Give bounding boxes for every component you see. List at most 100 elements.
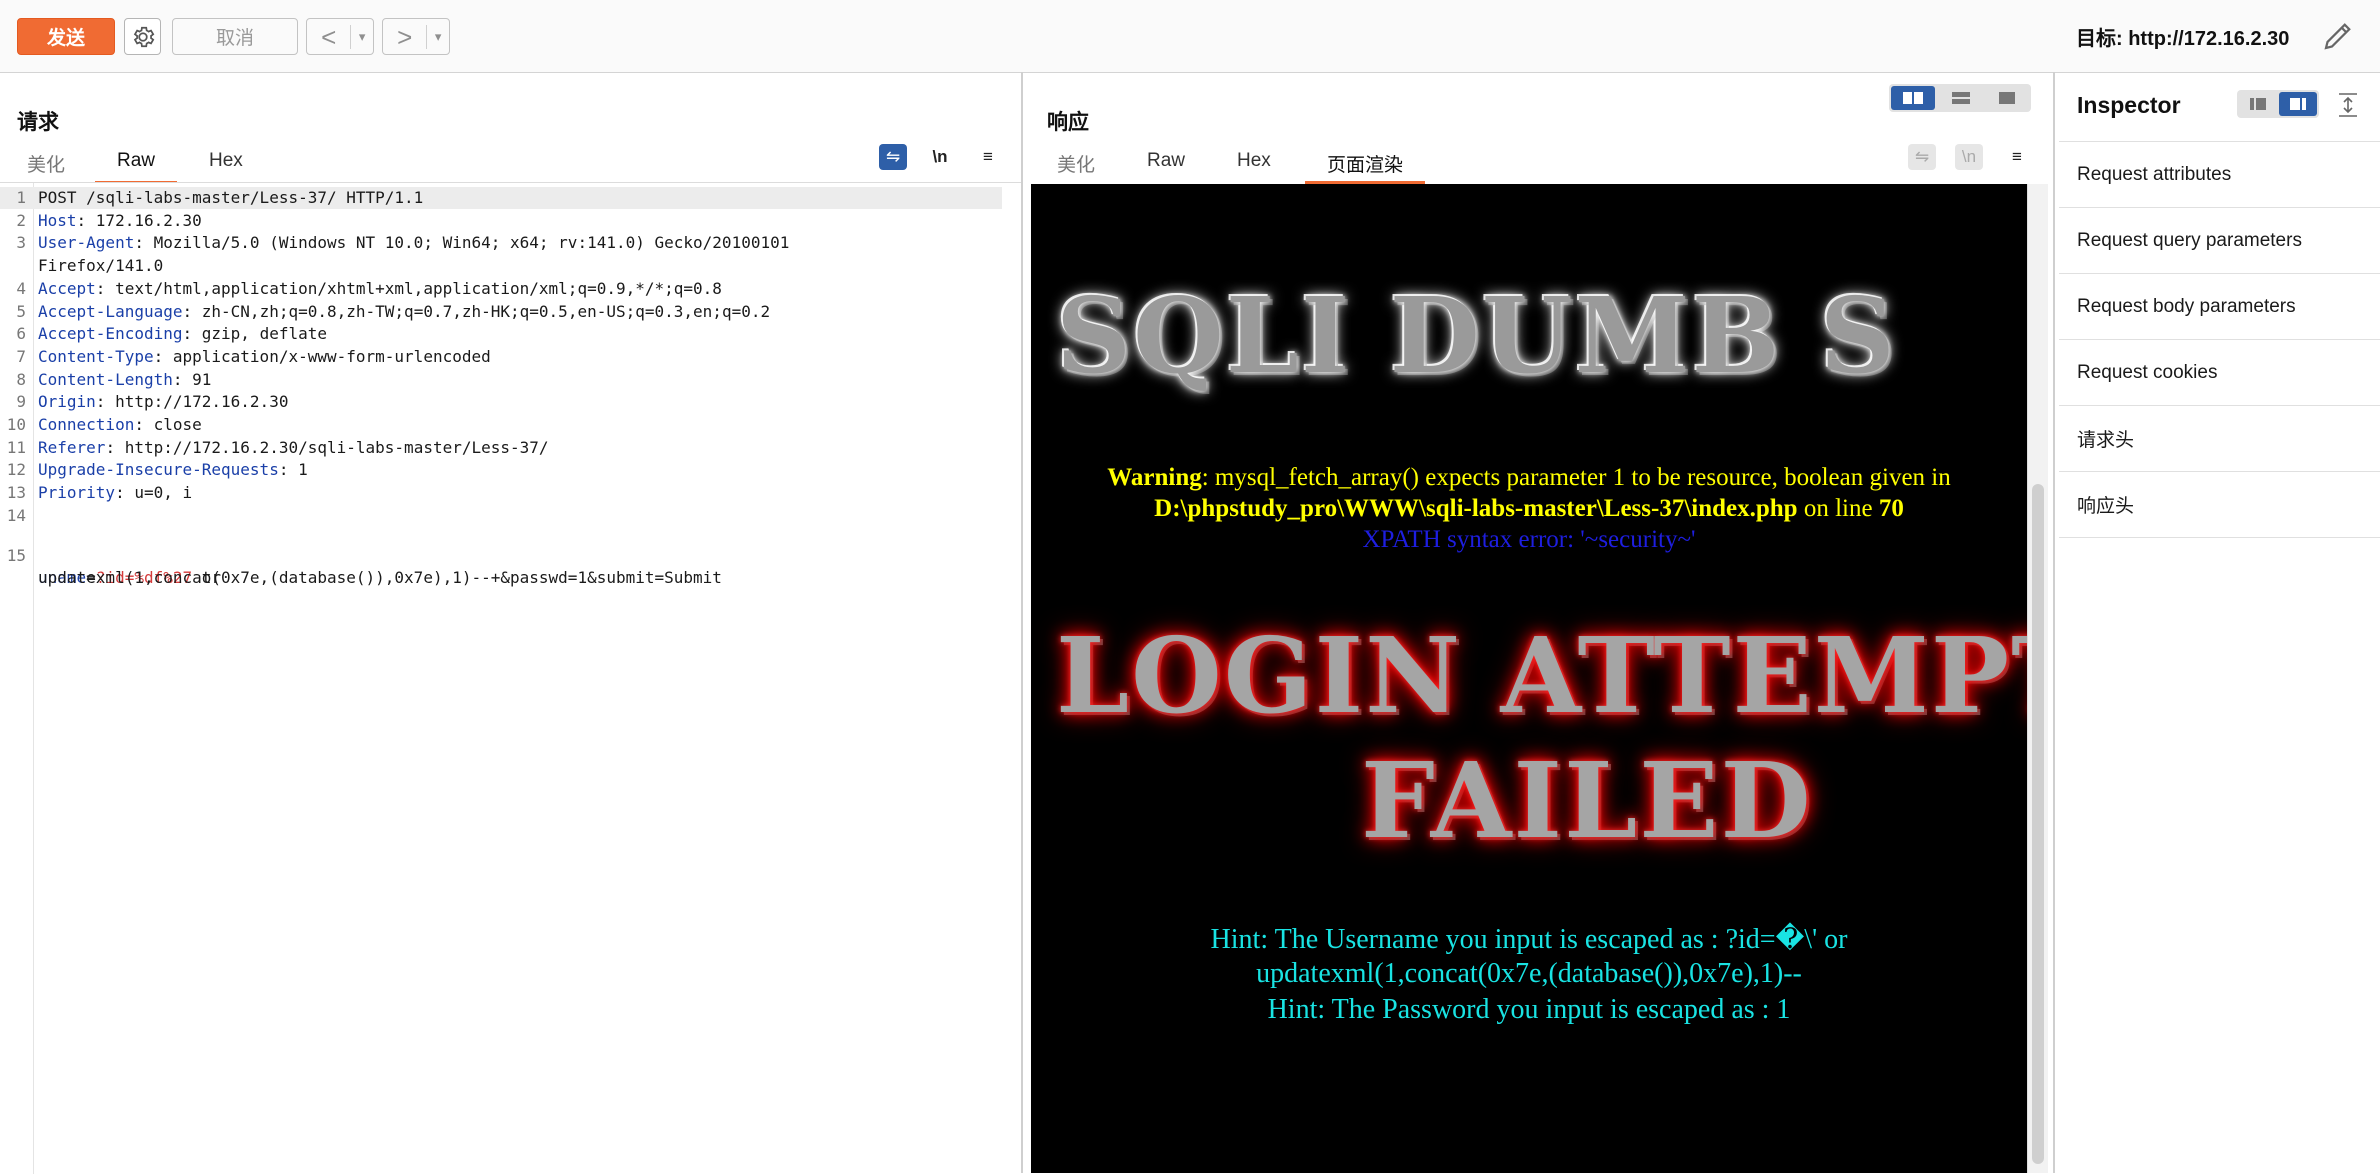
header-value: text/html,application/xhtml+xml,applicat… xyxy=(115,278,722,298)
inspector-request-query-parameters[interactable]: Request query parameters xyxy=(2059,208,2380,274)
request-tab-hex[interactable]: Hex xyxy=(209,150,243,178)
login-attempt-banner: LOGIN ATTEMPT xyxy=(1056,614,2027,737)
layout-switcher xyxy=(1889,84,2031,112)
header-key: Origin xyxy=(38,392,96,412)
inspector-response-headers[interactable]: 响应头 xyxy=(2059,472,2380,538)
header-key: Content-Length xyxy=(38,369,173,389)
response-tab-pretty[interactable]: 美化 xyxy=(1057,150,1095,178)
line-number: 1 xyxy=(16,188,26,207)
header-key: Accept-Encoding xyxy=(38,324,183,344)
header-value: u=0, i xyxy=(134,483,193,503)
inspector-list-button[interactable] xyxy=(2239,92,2277,116)
top-toolbar: 发送 取消 < ▾ > ▾ 目标: http://172.16.2.30 xyxy=(0,0,2380,73)
line-number: 2 xyxy=(16,210,26,230)
inspector-request-headers[interactable]: 请求头 xyxy=(2059,406,2380,472)
response-wrap-button[interactable]: ⇋ xyxy=(1908,144,1936,170)
header-value: gzip, deflate xyxy=(201,324,327,344)
line-number: 10 xyxy=(6,415,26,434)
line-number: 7 xyxy=(16,346,26,366)
response-menu-button[interactable]: ≡ xyxy=(2003,144,2031,170)
line-number: 9 xyxy=(16,392,26,412)
header-value: 91 xyxy=(192,369,212,389)
request-editor[interactable]: 1 POST /sqli-labs-master/Less-37/ HTTP/1.… xyxy=(0,182,1022,1174)
header-value: Mozilla/5.0 (Windows NT 10.0; Win64; x64… xyxy=(153,233,790,253)
layout-horizontal-button[interactable] xyxy=(1939,86,1983,110)
menu-icon: ≡ xyxy=(983,147,993,166)
header-key: User-Agent xyxy=(38,233,135,253)
header-value: http://172.16.2.30/sqli-labs-master/Less… xyxy=(124,437,549,457)
collapse-icon[interactable] xyxy=(2336,92,2360,118)
header-value: application/x-www-form-urlencoded xyxy=(172,346,491,366)
wrap-icon: ⇋ xyxy=(1914,147,1930,166)
header-value: 172.16.2.30 xyxy=(95,210,202,230)
header-value: 1 xyxy=(298,460,308,480)
header-key: Referer xyxy=(38,437,106,457)
request-menu-button[interactable]: ≡ xyxy=(974,144,1002,170)
body-continuation: updatexml(1,concat(0x7e,(database()),0x7… xyxy=(38,568,722,587)
cancel-button[interactable]: 取消 xyxy=(172,18,298,55)
header-key: Connection xyxy=(38,415,135,434)
panel-divider[interactable] xyxy=(1021,72,1023,1173)
layout-single-button[interactable] xyxy=(1985,86,2029,110)
chevron-down-icon[interactable]: ▾ xyxy=(350,24,373,49)
hint-username: Hint: The Username you input is escaped … xyxy=(1210,924,1848,955)
code-line: 1 POST /sqli-labs-master/Less-37/ HTTP/1.… xyxy=(0,187,1002,209)
layout-split-button[interactable] xyxy=(1891,86,1935,110)
line-number: 12 xyxy=(6,460,26,480)
back-button[interactable]: < ▾ xyxy=(306,18,374,55)
response-newline-button[interactable]: \n xyxy=(1955,144,1983,170)
scrollbar-thumb[interactable] xyxy=(2032,484,2044,1164)
pencil-icon[interactable] xyxy=(2320,18,2356,54)
php-warning-path: D:\phpstudy_pro\WWW\sqli-labs-master\Les… xyxy=(1154,495,1904,522)
request-panel-title: 请求 xyxy=(17,111,59,134)
header-value: http://172.16.2.30 xyxy=(115,392,289,412)
request-tab-pretty[interactable]: 美化 xyxy=(27,150,65,178)
line-number: 13 xyxy=(6,483,26,503)
inspector-title: Inspector xyxy=(2077,92,2181,118)
response-panel-title: 响应 xyxy=(1047,111,1089,134)
php-warning: Warning: mysql_fetch_array() expects par… xyxy=(1107,464,1951,491)
wrap-toggle-button[interactable]: ⇋ xyxy=(879,144,907,170)
gear-icon xyxy=(133,26,154,47)
header-key: Priority xyxy=(38,483,116,503)
inspector-request-body-parameters[interactable]: Request body parameters xyxy=(2059,274,2380,340)
menu-icon: ≡ xyxy=(2012,147,2022,166)
failed-banner: FAILED xyxy=(1361,739,1813,862)
inspector-request-attributes[interactable]: Request attributes xyxy=(2059,142,2380,208)
request-tab-raw[interactable]: Raw xyxy=(94,150,178,184)
inspector-side-button[interactable] xyxy=(2279,92,2317,116)
line-number: 6 xyxy=(16,324,26,344)
sidebar-icon xyxy=(2290,98,2306,110)
send-button[interactable]: 发送 xyxy=(17,18,115,55)
forward-button[interactable]: > ▾ xyxy=(382,18,450,55)
newline-toggle-button[interactable]: \n xyxy=(926,144,954,170)
header-key: Content-Type xyxy=(38,346,154,366)
wrap-icon: ⇋ xyxy=(885,147,901,166)
target-label: 目标: http://172.16.2.30 xyxy=(2076,28,2290,50)
header-value: Firefox/141.0 xyxy=(38,256,164,276)
response-tab-hex[interactable]: Hex xyxy=(1237,150,1271,178)
render-scrollbar[interactable] xyxy=(2027,184,2048,1173)
hint-username-cont: updatexml(1,concat(0x7e,(database()),0x7… xyxy=(1256,958,1802,989)
header-key: Host xyxy=(38,210,77,230)
rendered-page[interactable]: SQLI DUMB S Warning: mysql_fetch_array()… xyxy=(1031,184,2027,1173)
code-line: updatexml(1,concat(0x7e,(database()),0x7… xyxy=(0,545,722,587)
header-key: Accept-Language xyxy=(38,301,183,321)
code-line: 15 uname=?id=%df%27 or xyxy=(0,523,221,587)
response-tab-raw[interactable]: Raw xyxy=(1147,150,1185,178)
header-key: Accept xyxy=(38,278,96,298)
chevron-right-icon: > xyxy=(397,21,413,52)
list-icon xyxy=(2250,98,2266,110)
header-value: POST /sqli-labs-master/Less-37/ HTTP/1.1 xyxy=(38,188,424,207)
response-tab-render[interactable]: 页面渲染 xyxy=(1304,150,1426,184)
settings-button[interactable] xyxy=(124,18,161,55)
inspector-divider[interactable] xyxy=(2053,72,2055,1173)
inspector-layout-switcher xyxy=(2237,90,2319,118)
layout-horizontal-icon xyxy=(1952,92,1970,104)
chevron-down-icon[interactable]: ▾ xyxy=(426,24,449,49)
layout-split-icon xyxy=(1903,92,1923,104)
line-number: 8 xyxy=(16,369,26,389)
chevron-left-icon: < xyxy=(321,21,337,52)
inspector-request-cookies[interactable]: Request cookies xyxy=(2059,340,2380,406)
line-number: 4 xyxy=(16,278,26,298)
